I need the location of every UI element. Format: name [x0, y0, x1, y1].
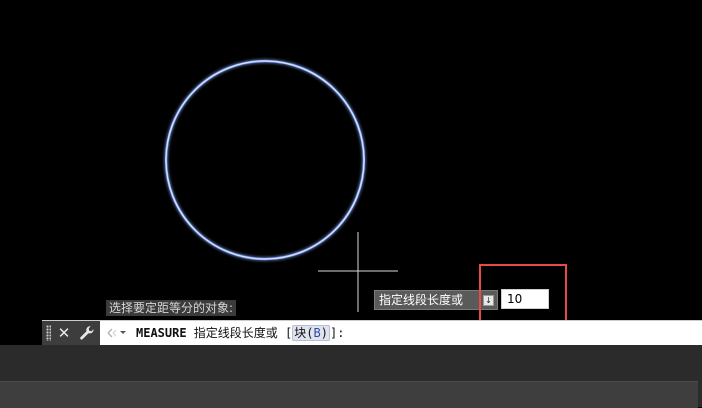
option-block-close: )	[320, 326, 328, 340]
command-line: ✕ MEASURE 指定线段长度或 [块(B)]:	[42, 320, 702, 345]
command-line-toolbar: ✕	[42, 321, 100, 345]
close-icon[interactable]: ✕	[56, 324, 72, 342]
status-bar	[0, 381, 698, 408]
option-block-label: 块(	[294, 326, 314, 340]
dynamic-input-label: 指定线段长度或	[379, 293, 464, 307]
command-name: MEASURE	[136, 326, 187, 340]
command-suffix: ]:	[329, 326, 345, 340]
prompt-history-line: 选择要定距等分的对象:	[106, 300, 237, 316]
option-block-key: B	[313, 326, 321, 340]
grip-handle-icon[interactable]	[46, 325, 51, 341]
drawing-canvas-svg	[164, 59, 398, 312]
bottom-panel	[0, 345, 702, 408]
drawing-canvas[interactable]	[0, 0, 702, 345]
circle-object[interactable]	[164, 59, 366, 261]
wrench-icon[interactable]	[78, 324, 96, 342]
option-block[interactable]: 块(B)	[292, 325, 330, 341]
command-prompt-text: MEASURE 指定线段长度或 [块(B)]:	[136, 325, 345, 341]
command-prompt: 指定线段长度或 [	[186, 326, 293, 340]
recent-commands-icon[interactable]	[104, 325, 130, 341]
command-input-area[interactable]: MEASURE 指定线段长度或 [块(B)]:	[100, 321, 702, 345]
